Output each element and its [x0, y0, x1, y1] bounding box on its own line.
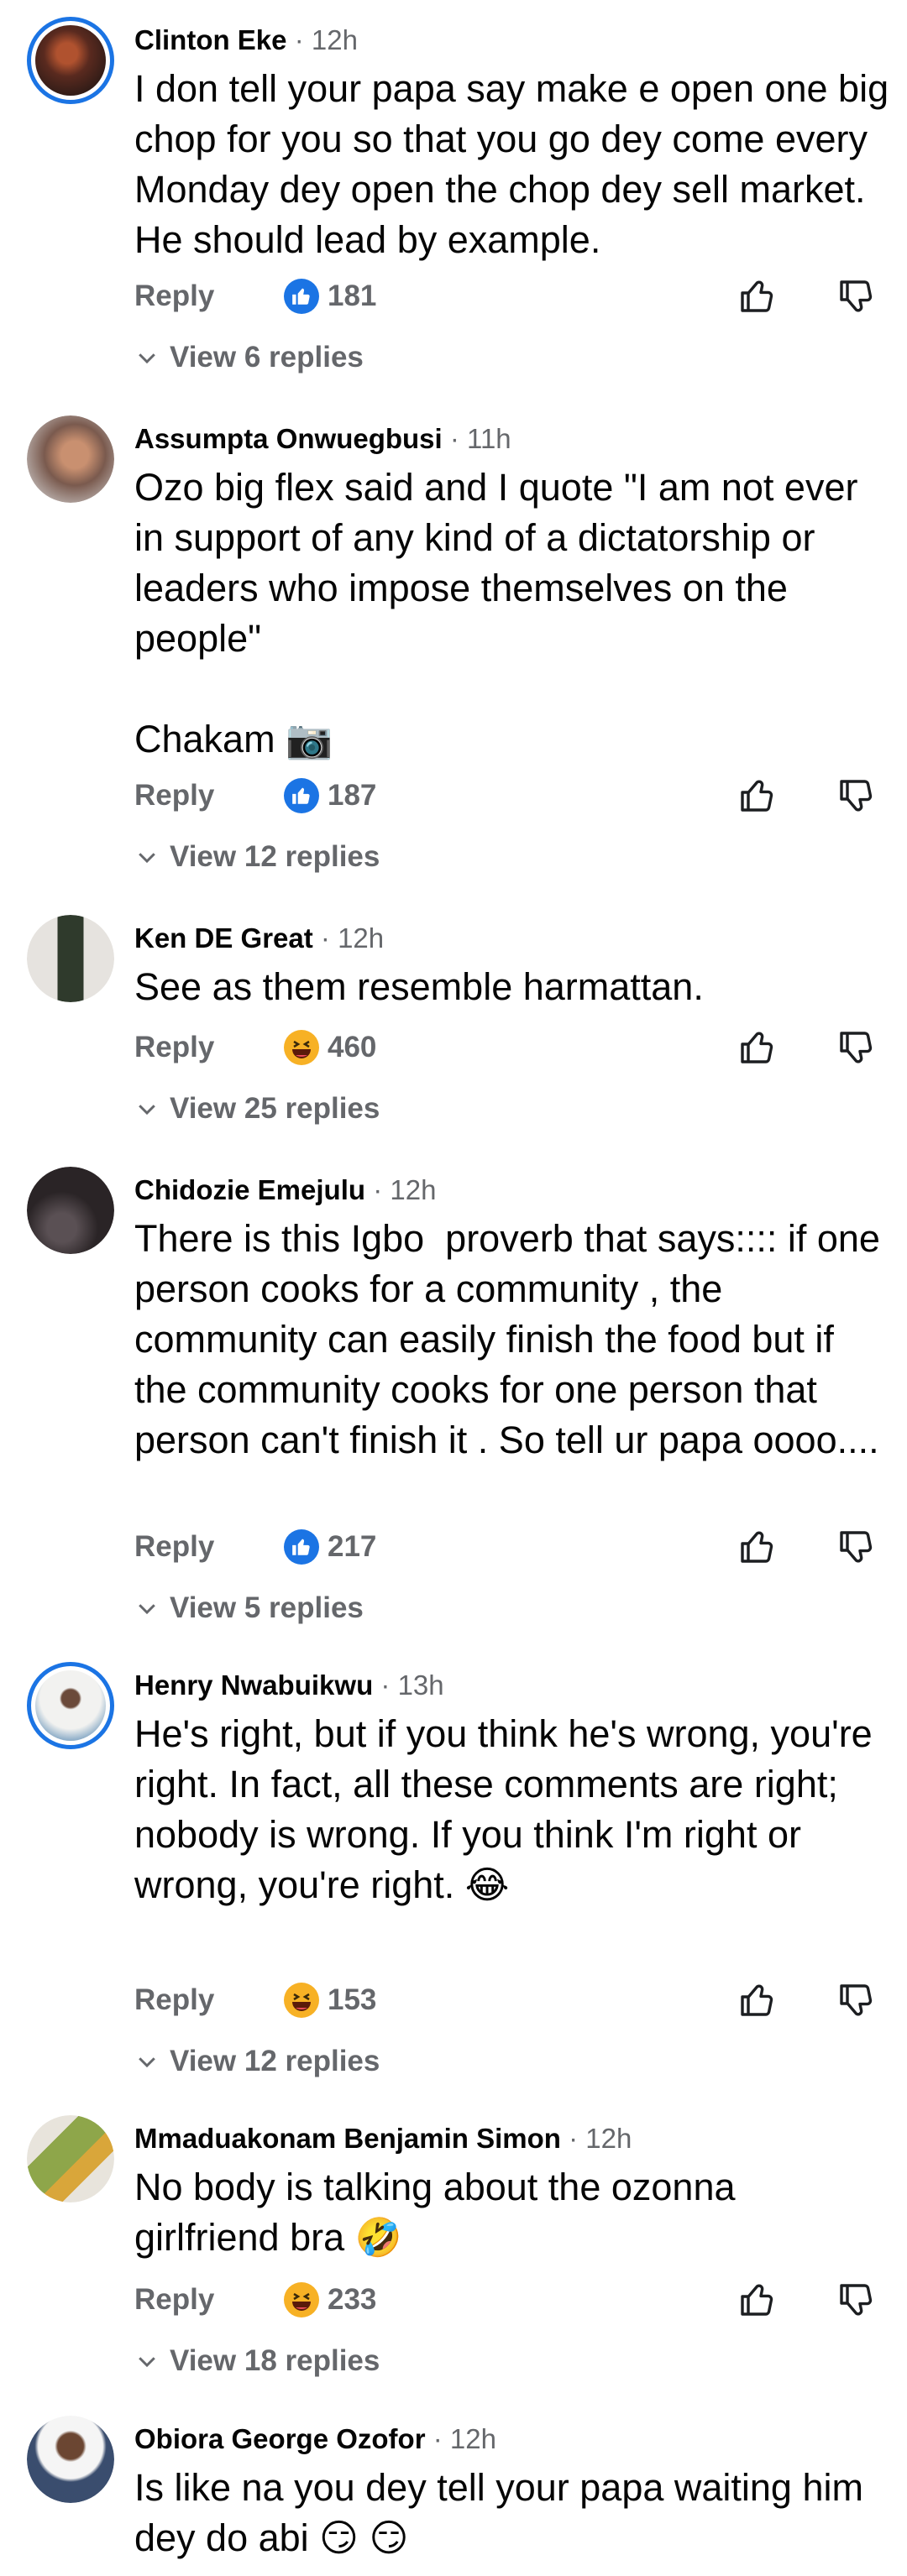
view-replies-link[interactable]: View 5 replies [134, 1585, 364, 1632]
view-replies-link[interactable]: View 12 replies [134, 2038, 380, 2085]
comment-time[interactable]: · 11h [450, 423, 511, 454]
comment-actions: Reply 181 [134, 273, 890, 320]
comment-text: Is like na you dey tell your papa waitin… [134, 2466, 874, 2559]
chevron-down-icon [139, 853, 155, 864]
avatar[interactable] [27, 1167, 114, 1254]
thumbs-down-icon[interactable] [836, 1527, 877, 1567]
comment-time[interactable]: · 12h [569, 2123, 632, 2154]
reaction-summary[interactable]: 187 [284, 772, 376, 819]
reply-button[interactable]: Reply [134, 1523, 214, 1570]
commenter-name[interactable]: Assumpta Onwuegbusi [134, 423, 443, 454]
view-replies-link[interactable]: View 25 replies [134, 1085, 380, 1132]
reaction-count: 233 [328, 2283, 377, 2316]
like-reaction-icon [284, 1529, 319, 1565]
thumbs-up-icon[interactable] [737, 1527, 778, 1567]
comment-time[interactable]: · 12h [373, 1174, 436, 1205]
reaction-summary[interactable]: 460 [284, 1024, 376, 1071]
comment-actions: Reply 187 [134, 772, 890, 819]
thumbs-up-icon[interactable] [737, 1980, 778, 2020]
comment-text: Ozo big flex said and I quote "I am not … [134, 466, 868, 760]
comment-time[interactable]: · 12h [295, 24, 358, 55]
reply-button[interactable]: Reply [134, 772, 214, 819]
reaction-count: 181 [328, 280, 377, 312]
comment-text: He's right, but if you think he's wrong,… [134, 1712, 883, 1906]
thumbs-down-icon[interactable] [836, 1027, 877, 1068]
comment-time[interactable]: · 12h [321, 922, 384, 954]
reply-button[interactable]: Reply [134, 273, 214, 320]
thumbs-down-icon[interactable] [836, 776, 877, 816]
like-reaction-icon [284, 778, 319, 813]
commenter-name[interactable]: Ken DE Great [134, 922, 313, 954]
commenter-name[interactable]: Clinton Eke [134, 24, 287, 55]
thumbs-up-icon[interactable] [737, 1027, 778, 1068]
chevron-down-icon [139, 1604, 155, 1615]
view-replies-link[interactable]: View 18 replies [134, 2338, 380, 2385]
chevron-down-icon [139, 2357, 155, 2368]
avatar[interactable] [27, 1662, 114, 1749]
commenter-name[interactable]: Chidozie Emejulu [134, 1174, 365, 1205]
comment-text: There is this Igbo proverb that says::::… [134, 1217, 891, 1461]
reaction-count: 153 [328, 1983, 377, 2016]
comment-text: See as them resemble harmattan. [134, 965, 704, 1008]
reaction-summary[interactable]: 233 [284, 2276, 376, 2323]
avatar[interactable] [27, 915, 114, 1002]
reply-button[interactable]: Reply [134, 2276, 214, 2323]
like-reaction-icon [284, 279, 319, 314]
thumbs-down-icon[interactable] [836, 1980, 877, 2020]
reaction-summary[interactable]: 217 [284, 1523, 376, 1570]
avatar[interactable] [27, 2416, 114, 2503]
thumbs-down-icon[interactable] [836, 276, 877, 316]
reaction-count: 217 [328, 1530, 377, 1563]
thumbs-down-icon[interactable] [836, 2280, 877, 2320]
reply-button[interactable]: Reply [134, 1024, 214, 1071]
comment-time[interactable]: · 13h [380, 1669, 443, 1701]
reaction-count: 187 [328, 779, 377, 812]
avatar[interactable] [27, 415, 114, 503]
haha-reaction-icon [284, 2282, 319, 2317]
thumbs-up-icon[interactable] [737, 276, 778, 316]
comment-actions: Reply 217 [134, 1523, 890, 1570]
view-replies-link[interactable]: View 6 replies [134, 334, 364, 381]
chevron-down-icon [139, 1105, 155, 1116]
reply-button[interactable]: Reply [134, 1977, 214, 2024]
comment-actions: Reply 460 [134, 1024, 890, 1071]
comment-text: No body is talking about the ozonna girl… [134, 2166, 747, 2259]
reaction-summary[interactable]: 181 [284, 273, 376, 320]
comment-time[interactable]: · 12h [433, 2423, 496, 2454]
view-replies-link[interactable]: View 12 replies [134, 833, 380, 880]
reaction-summary[interactable]: 153 [284, 1977, 376, 2024]
comment-actions: Reply 153 [134, 1977, 890, 2024]
haha-reaction-icon [284, 1030, 319, 1065]
haha-reaction-icon [284, 1983, 319, 2018]
chevron-down-icon [139, 2057, 155, 2068]
commenter-name[interactable]: Henry Nwabuikwu [134, 1669, 373, 1701]
thumbs-up-icon[interactable] [737, 776, 778, 816]
chevron-down-icon [139, 353, 155, 364]
avatar[interactable] [27, 2115, 114, 2202]
comment-text: I don tell your papa say make e open one… [134, 67, 899, 261]
commenter-name[interactable]: Obiora George Ozofor [134, 2423, 426, 2454]
comment-actions: Reply 233 [134, 2276, 890, 2323]
commenter-name[interactable]: Mmaduakonam Benjamin Simon [134, 2123, 561, 2154]
reaction-count: 460 [328, 1031, 377, 1063]
avatar[interactable] [27, 17, 114, 104]
thumbs-up-icon[interactable] [737, 2280, 778, 2320]
